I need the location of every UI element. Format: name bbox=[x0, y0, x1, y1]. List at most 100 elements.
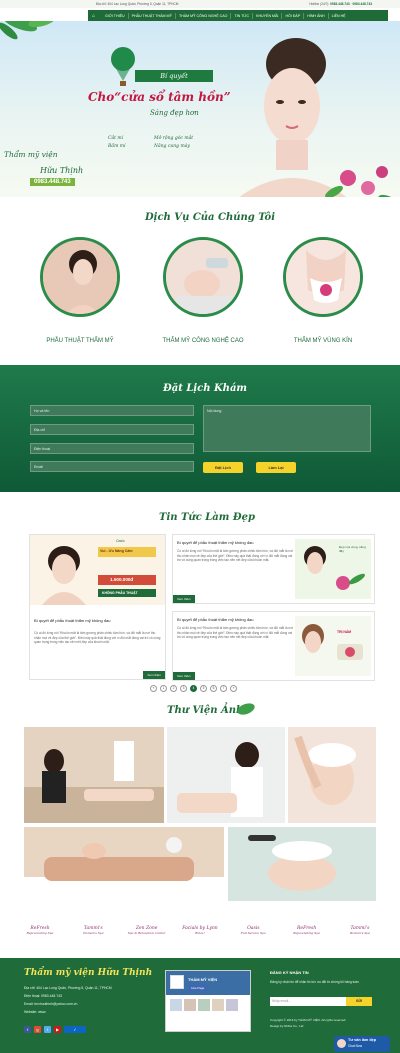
featured-news-card[interactable]: Oasis Vui - Ưu Nàng Cảm 1.500.000đ KHÔNG… bbox=[29, 534, 166, 680]
partner-logo-5[interactable]: Oasis Full Service Spa bbox=[233, 926, 273, 935]
service-image-phau-thuat[interactable] bbox=[40, 237, 120, 317]
subscribe-button[interactable]: GỬI bbox=[346, 997, 372, 1006]
service-label-vung-kin[interactable]: THẨM MỸ VÙNG KÍN bbox=[268, 338, 378, 344]
subscribe-title: ĐĂNG KÝ NHẬN TIN bbox=[270, 970, 309, 975]
nav-hoi-dap[interactable]: HỎI ĐÁP bbox=[282, 12, 305, 19]
footer-copyright: Copyright © 2016 by THẨM MỸ VIỆN. All ri… bbox=[270, 1018, 347, 1022]
gallery-photo-1[interactable] bbox=[24, 727, 164, 823]
nav-tin-tuc[interactable]: TIN TỨC bbox=[231, 12, 254, 19]
nav-khuyen-mai[interactable]: KHUYẾN MÃI bbox=[253, 12, 283, 19]
facebook-icon[interactable]: f bbox=[24, 1026, 31, 1033]
service-label-phau-thuat[interactable]: PHẪU THUẬT THẨM MỸ bbox=[25, 338, 135, 344]
partner-logos: ReFresh Rejuvenating Spa Tammi's Women's S… bbox=[20, 912, 380, 948]
news-pagination: « 1 2 3 4 5 6 7 » bbox=[150, 685, 237, 692]
side-more-button-2[interactable]: Xem thêm bbox=[173, 672, 195, 680]
side-news-excerpt-2: Có ai đó từng nói “Khuôn mặt là tấm gươn… bbox=[177, 626, 294, 640]
service-label-cong-nghe-cao[interactable]: THẨM MỸ CÔNG NGHỆ CAO bbox=[148, 338, 258, 344]
gallery-image-3 bbox=[288, 727, 376, 823]
page-6[interactable]: 6 bbox=[210, 685, 217, 692]
dmca-badge[interactable]: ✓ bbox=[64, 1026, 86, 1033]
side-news-image-2 bbox=[295, 616, 371, 676]
footer-website: Website: www. bbox=[24, 1010, 47, 1014]
gallery-photo-5[interactable] bbox=[228, 827, 376, 901]
subscribe-email-input[interactable]: Nhập email... bbox=[270, 997, 346, 1006]
fb-fan-avatar bbox=[226, 999, 238, 1011]
content-textarea[interactable]: Nội dung bbox=[203, 405, 371, 452]
hero-subtitle: Sáng đẹp hơn bbox=[150, 109, 199, 117]
page-5[interactable]: 5 bbox=[200, 685, 207, 692]
promo-brand: Oasis bbox=[116, 539, 125, 543]
subscribe-note: Đăng ký nhận tin để nhận tin tức ưu đãi … bbox=[270, 980, 359, 984]
partner-logo-6[interactable]: ReFresh Rejuvenating Spa bbox=[287, 926, 327, 935]
chat-widget[interactable]: Tư vấn làm đẹp Chat Now bbox=[334, 1036, 390, 1052]
side-more-button-1[interactable]: Xem thêm bbox=[173, 595, 195, 603]
partner-logo-7[interactable]: Tammi's Women's Spa bbox=[340, 926, 380, 935]
hero-ribbon: Bí quyết bbox=[135, 70, 213, 82]
google-plus-icon[interactable]: g bbox=[34, 1026, 41, 1033]
featured-more-button[interactable]: Xem thêm bbox=[143, 671, 165, 679]
social-icons: f g t ▶ ✓ bbox=[24, 1026, 86, 1033]
twitter-icon[interactable]: t bbox=[44, 1026, 51, 1033]
partner-logo-3[interactable]: Zen Zone Spa & Relaxation Center bbox=[127, 926, 167, 935]
gallery-photo-3[interactable] bbox=[288, 727, 376, 823]
fb-fan-avatar bbox=[212, 999, 224, 1011]
side-news-title-1[interactable]: Bí quyết để phẫu thuật thẩm mỹ không đau bbox=[177, 540, 295, 545]
featured-news-image bbox=[30, 535, 165, 605]
gallery-photo-2[interactable] bbox=[167, 727, 285, 823]
hotline-2[interactable]: 0983.448.743 bbox=[353, 2, 373, 6]
bullet-mo-rong-goc-mat: Mở rộng góc mắt bbox=[154, 136, 194, 141]
service-image-cong-nghe-cao[interactable] bbox=[163, 237, 243, 317]
bullet-cat-mi: Cắt mí bbox=[108, 136, 124, 141]
gallery-photo-4[interactable] bbox=[24, 827, 224, 901]
partner-logo-2[interactable]: Tammi's Women's Spa bbox=[73, 926, 113, 935]
hotline-1[interactable]: 0983.448.743 bbox=[330, 2, 350, 6]
fb-like-button[interactable]: Like Page bbox=[188, 985, 208, 991]
side-news-caption-2: TRỊ NÁM bbox=[337, 630, 352, 634]
phone-field[interactable]: Điện thoại bbox=[30, 443, 194, 454]
nav-phau-thuat[interactable]: PHẪU THUẬT THẨM MỸ bbox=[129, 12, 176, 19]
hero-phone[interactable]: 0983.448.743 bbox=[30, 178, 75, 186]
page-1[interactable]: 1 bbox=[160, 685, 167, 692]
services-title: Dịch Vụ Của Chúng Tôi bbox=[145, 212, 276, 223]
top-address: Địa chỉ: 404 Lạc Long Quân, Phường 5, Qu… bbox=[96, 2, 179, 6]
gallery-image-2 bbox=[167, 727, 285, 823]
page-3[interactable]: 3 bbox=[180, 685, 187, 692]
partner-logo-1[interactable]: ReFresh Rejuvenating Spa bbox=[20, 926, 60, 935]
fb-fan-avatar bbox=[198, 999, 210, 1011]
submit-booking-button[interactable]: Đặt Lịch bbox=[203, 462, 243, 473]
service-image-vung-kin[interactable] bbox=[283, 237, 363, 317]
gallery-image-4 bbox=[24, 827, 224, 901]
partner-logo-4[interactable]: Facials by Lynn Relax! bbox=[180, 926, 220, 935]
youtube-icon[interactable]: ▶ bbox=[54, 1026, 61, 1033]
chat-avatar-icon bbox=[337, 1039, 346, 1048]
gallery-image-1 bbox=[24, 727, 164, 823]
side-news-card-2[interactable]: Bí quyết để phẫu thuật thẩm mỹ không đau… bbox=[172, 611, 375, 681]
page-4-current[interactable]: 4 bbox=[190, 685, 197, 692]
leaves-decoration bbox=[0, 21, 56, 40]
nav-gioi-thieu[interactable]: GIỚI THIỆU bbox=[102, 12, 129, 19]
home-icon[interactable]: ⌂ bbox=[92, 13, 98, 19]
nav-hinh-anh[interactable]: HÌNH ẢNH bbox=[304, 12, 329, 19]
featured-news-excerpt: Có ai đó từng nói “Khuôn mặt là tấm gươn… bbox=[34, 631, 161, 645]
facebook-page-widget[interactable]: THẨM MỸ VIỆN Like Page bbox=[165, 970, 251, 1032]
nav-lien-he[interactable]: LIÊN HỆ bbox=[329, 13, 349, 19]
page-prev[interactable]: « bbox=[150, 685, 157, 692]
side-news-title-2[interactable]: Bí quyết để phẫu thuật thẩm mỹ không đau bbox=[177, 617, 295, 622]
footer-email: Email: tmvhuuthinh@yahoo.com.vn bbox=[24, 1002, 78, 1006]
page-next[interactable]: » bbox=[230, 685, 237, 692]
footer-hotline: Điện thoại: 0983.448.743 bbox=[24, 994, 62, 998]
promo-note: KHÔNG PHẪU THUẬT bbox=[102, 591, 138, 595]
page-2[interactable]: 2 bbox=[170, 685, 177, 692]
reset-booking-button[interactable]: Làm Lại bbox=[256, 462, 296, 473]
news-title: Tin Tức Làm Đẹp bbox=[159, 512, 255, 523]
top-hotline: Hotline (24/7): 0983.448.743 · 0983.448.… bbox=[309, 2, 372, 6]
nav-cong-nghe-cao[interactable]: THẨM MỸ CÔNG NGHỆ CAO bbox=[176, 12, 232, 19]
chat-now-link[interactable]: Chat Now bbox=[348, 1044, 362, 1048]
page-7[interactable]: 7 bbox=[220, 685, 227, 692]
side-news-card-1[interactable]: Bí quyết để phẫu thuật thẩm mỹ không đau… bbox=[172, 534, 375, 604]
footer-design-credit: Design by Nhiha Co., Ltd bbox=[270, 1024, 304, 1028]
address-field[interactable]: Địa chỉ bbox=[30, 424, 194, 435]
name-field[interactable]: Họ và tên bbox=[30, 405, 194, 416]
email-field[interactable]: Email bbox=[30, 461, 194, 472]
featured-news-title[interactable]: Bí quyết để phẫu thuật thẩm mỹ không đau bbox=[34, 618, 111, 623]
